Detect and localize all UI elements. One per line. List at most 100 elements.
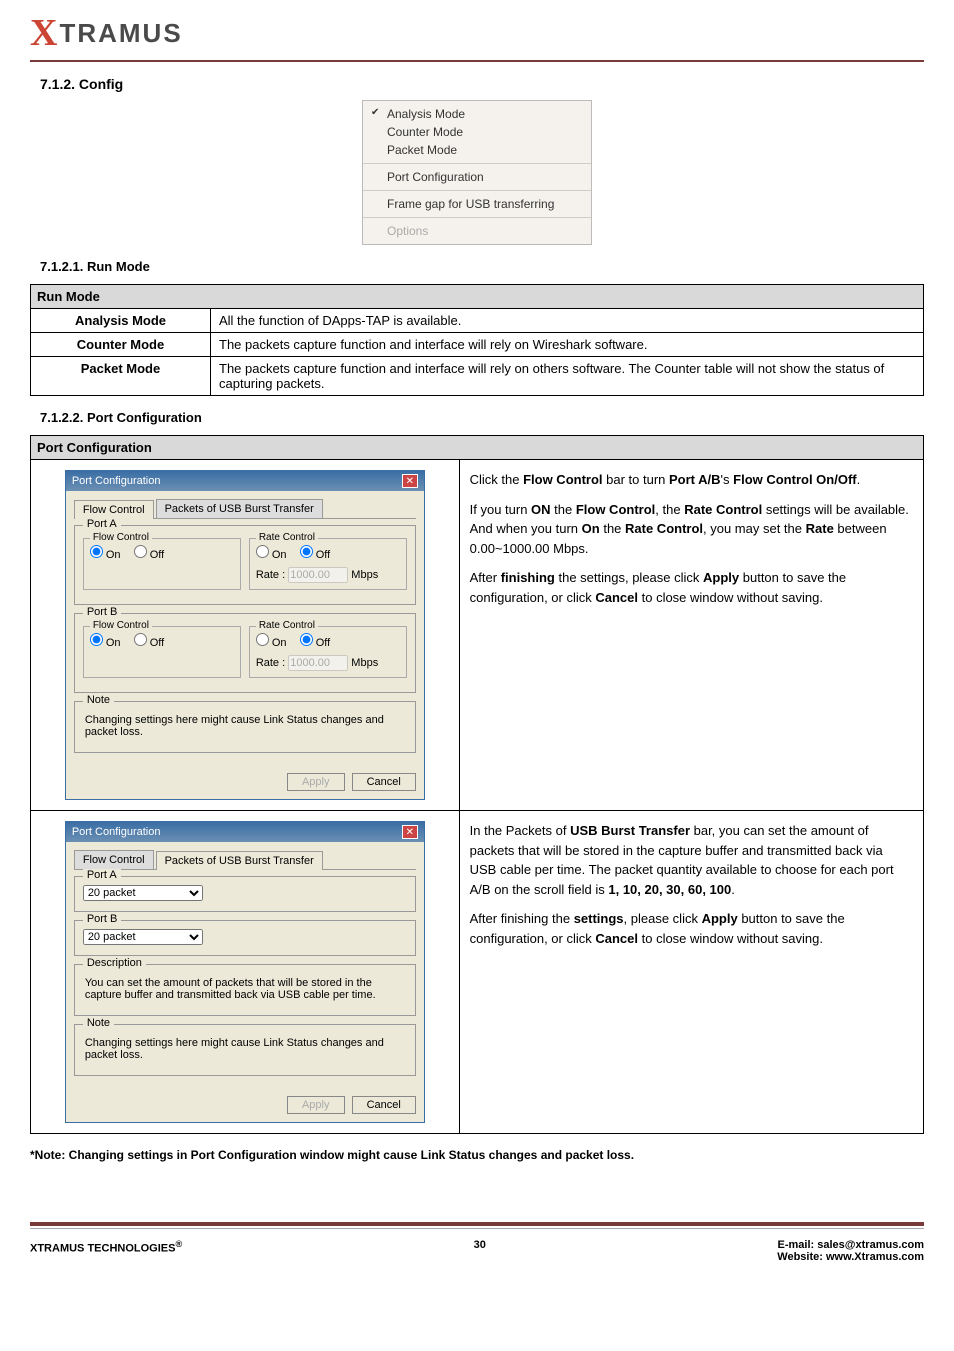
radio-on[interactable] <box>256 545 269 558</box>
port-a-rate-control: Rate Control On Off Rate : Mbps <box>249 538 407 590</box>
port-a-packet-select[interactable]: 20 packet <box>83 885 203 901</box>
header-rule <box>30 60 924 62</box>
description-text: You can set the amount of packets that w… <box>83 973 407 1005</box>
config-menu: Analysis Mode Counter Mode Packet Mode P… <box>362 100 592 245</box>
section-run-mode: 7.1.2.1. Run Mode <box>40 259 924 274</box>
dialog-flow-control: Port Configuration ✕ Flow Control Packet… <box>65 470 425 800</box>
cancel-button[interactable]: Cancel <box>352 773 416 791</box>
dialog-title-text: Port Configuration <box>72 475 161 487</box>
port-a-rate-line: Rate : Mbps <box>256 567 400 583</box>
apply-button: Apply <box>287 773 345 791</box>
radio-off[interactable] <box>134 545 147 558</box>
dialog-titlebar: Port Configuration ✕ <box>66 822 424 842</box>
radio-off[interactable] <box>134 633 147 646</box>
logo-x-icon: X <box>30 14 57 52</box>
cancel-button[interactable]: Cancel <box>352 1096 416 1114</box>
port-b-rate-input <box>288 655 348 671</box>
dialog-buttons: Apply Cancel <box>66 1092 424 1122</box>
group-description: Description You can set the amount of pa… <box>74 964 416 1016</box>
section-port-config: 7.1.2.2. Port Configuration <box>40 410 924 425</box>
port-b-rate-off[interactable]: Off <box>300 637 331 649</box>
explain-flow-p2: If you turn ON the Flow Control, the Rat… <box>470 500 913 559</box>
menu-group-portconf: Port Configuration <box>363 164 591 191</box>
pc-right-packets: In the Packets of USB Burst Transfer bar… <box>459 811 923 1134</box>
radio-off[interactable] <box>300 633 313 646</box>
port-config-table: Port Configuration Port Configuration ✕ … <box>30 435 924 1134</box>
close-icon[interactable]: ✕ <box>402 474 418 488</box>
menu-options: Options <box>363 222 591 240</box>
tab-packets-usb[interactable]: Packets of USB Burst Transfer <box>156 499 323 518</box>
port-a-rate-off[interactable]: Off <box>300 549 331 561</box>
run-mode-header: Run Mode <box>31 285 924 309</box>
port-b-flow-control: Flow Control On Off <box>83 626 241 678</box>
note-text: Changing settings here might cause Link … <box>83 1033 407 1065</box>
apply-button: Apply <box>287 1096 345 1114</box>
group-port-a: Port A Flow Control On Off Rate Contro <box>74 525 416 605</box>
note-title: Note <box>83 694 114 706</box>
port-b-flow-on[interactable]: On <box>90 637 121 649</box>
footer-subrule <box>30 1228 924 1229</box>
tab-flow-control[interactable]: Flow Control <box>74 850 154 869</box>
radio-on[interactable] <box>90 633 103 646</box>
group-port-a: Port A 20 packet <box>74 876 416 912</box>
radio-on[interactable] <box>256 633 269 646</box>
flow-control-title: Flow Control <box>90 620 152 631</box>
row-packet-desc: The packets capture function and interfa… <box>211 357 924 396</box>
description-title: Description <box>83 957 146 969</box>
port-a-flow-off[interactable]: Off <box>134 549 165 561</box>
explain-flow-p3: After finishing the settings, please cli… <box>470 568 913 607</box>
menu-group-options: Options <box>363 218 591 244</box>
menu-port-configuration[interactable]: Port Configuration <box>363 168 591 186</box>
port-a-rate-on[interactable]: On <box>256 549 287 561</box>
menu-counter-mode[interactable]: Counter Mode <box>363 123 591 141</box>
flow-control-title: Flow Control <box>90 532 152 543</box>
menu-frame-gap[interactable]: Frame gap for USB transferring <box>363 195 591 213</box>
group-port-b: Port B Flow Control On Off Rate Contro <box>74 613 416 693</box>
dialog-title-text: Port Configuration <box>72 826 161 838</box>
port-b-rate-control: Rate Control On Off Rate : Mbps <box>249 626 407 678</box>
tabs: Flow Control Packets of USB Burst Transf… <box>74 850 416 870</box>
port-a-title: Port A <box>83 869 121 881</box>
footer-page-number: 30 <box>182 1239 777 1263</box>
radio-off[interactable] <box>300 545 313 558</box>
run-mode-table: Run Mode Analysis Mode All the function … <box>30 284 924 396</box>
tab-packets-usb[interactable]: Packets of USB Burst Transfer <box>156 851 323 870</box>
menu-group-framegap: Frame gap for USB transferring <box>363 191 591 218</box>
note-text: Changing settings here might cause Link … <box>83 710 407 742</box>
explain-flow-p1: Click the Flow Control bar to turn Port … <box>470 470 913 490</box>
port-b-flow-off[interactable]: Off <box>134 637 165 649</box>
menu-group-modes: Analysis Mode Counter Mode Packet Mode <box>363 101 591 164</box>
port-config-header: Port Configuration <box>31 436 924 460</box>
port-b-title: Port B <box>83 913 122 925</box>
row-analysis-desc: All the function of DApps-TAP is availab… <box>211 309 924 333</box>
logo-text: TRAMUS <box>59 18 182 49</box>
tabs: Flow Control Packets of USB Burst Transf… <box>74 499 416 519</box>
tab-flow-control[interactable]: Flow Control <box>74 500 154 519</box>
port-a-flow-control: Flow Control On Off <box>83 538 241 590</box>
footer-rule <box>30 1222 924 1226</box>
dialog-body: Flow Control Packets of USB Burst Transf… <box>66 491 424 769</box>
registered-icon: ® <box>175 1239 182 1249</box>
footer-left: XTRAMUS TECHNOLOGIES® <box>30 1239 182 1263</box>
port-b-packet-select[interactable]: 20 packet <box>83 929 203 945</box>
menu-analysis-mode[interactable]: Analysis Mode <box>363 105 591 123</box>
row-counter-label: Counter Mode <box>31 333 211 357</box>
rate-control-title: Rate Control <box>256 532 318 543</box>
pc-left-packets: Port Configuration ✕ Flow Control Packet… <box>31 811 460 1134</box>
explain-packets-p1: In the Packets of USB Burst Transfer bar… <box>470 821 913 899</box>
radio-on[interactable] <box>90 545 103 558</box>
port-a-title: Port A <box>83 518 121 530</box>
port-b-rate-on[interactable]: On <box>256 637 287 649</box>
port-a-flow-on[interactable]: On <box>90 549 121 561</box>
group-note: Note Changing settings here might cause … <box>74 701 416 753</box>
close-icon[interactable]: ✕ <box>402 825 418 839</box>
note-title: Note <box>83 1017 114 1029</box>
page-footer: XTRAMUS TECHNOLOGIES® 30 E-mail: sales@x… <box>30 1239 924 1263</box>
footnote: *Note: Changing settings in Port Configu… <box>30 1148 924 1162</box>
group-port-b: Port B 20 packet <box>74 920 416 956</box>
group-note: Note Changing settings here might cause … <box>74 1024 416 1076</box>
menu-packet-mode[interactable]: Packet Mode <box>363 141 591 159</box>
rate-control-title: Rate Control <box>256 620 318 631</box>
dialog-packets-usb: Port Configuration ✕ Flow Control Packet… <box>65 821 425 1123</box>
port-b-title: Port B <box>83 606 122 618</box>
